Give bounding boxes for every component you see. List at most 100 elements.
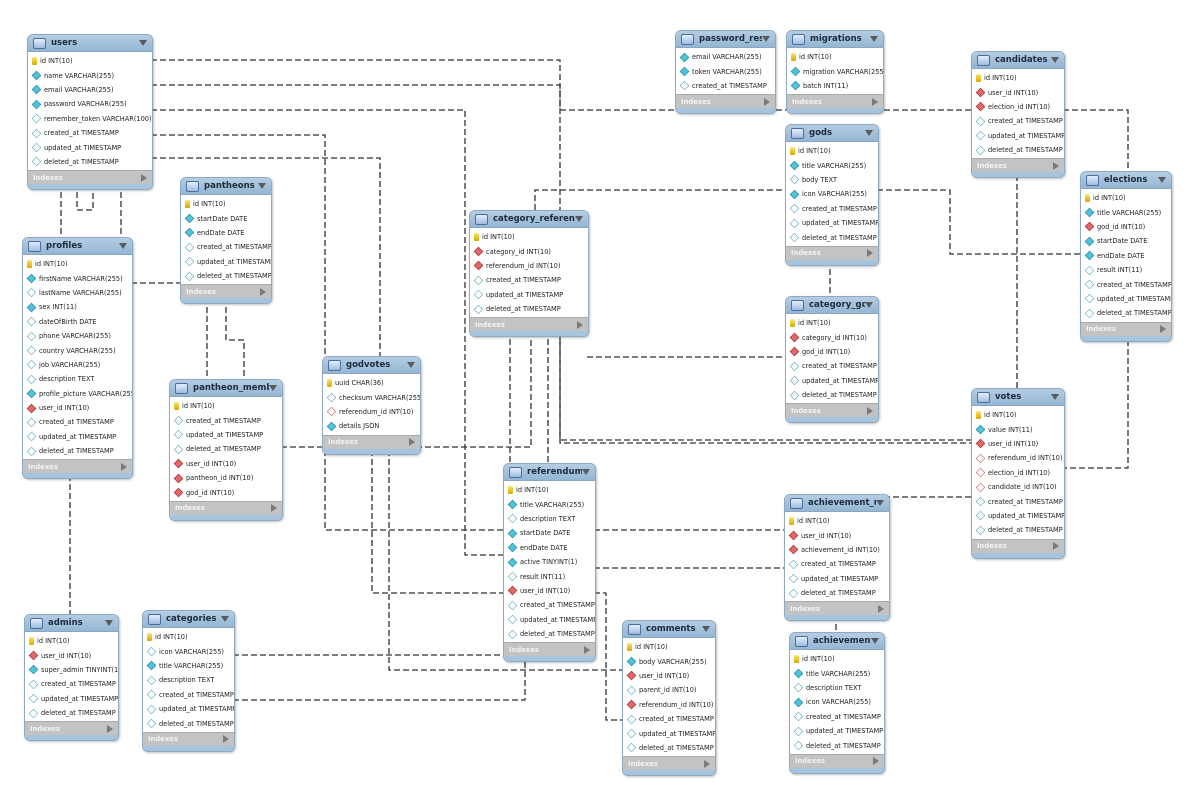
column-row[interactable]: updated_at TIMESTAMP: [786, 374, 878, 388]
column-row[interactable]: updated_at TIMESTAMP: [181, 255, 271, 269]
column-row[interactable]: updated_at TIMESTAMP: [470, 288, 588, 302]
expand-arrow-icon[interactable]: [121, 462, 127, 471]
column-row[interactable]: created_at TIMESTAMP: [23, 415, 132, 429]
column-row[interactable]: password VARCHAR(255): [28, 97, 152, 111]
collapse-toggle-icon[interactable]: [1158, 177, 1166, 183]
column-row[interactable]: created_at TIMESTAMP: [181, 240, 271, 254]
relationship-connector[interactable]: [559, 330, 971, 444]
column-row[interactable]: updated_at TIMESTAMP: [623, 726, 715, 740]
column-row[interactable]: pantheon_id INT(10): [170, 471, 282, 485]
column-row[interactable]: body TEXT: [786, 173, 878, 187]
table-admins[interactable]: admins id INT(10) user_id INT(10) super_ad…: [24, 614, 119, 742]
expand-arrow-icon[interactable]: [577, 320, 583, 329]
relationship-connector[interactable]: [594, 592, 622, 721]
column-row[interactable]: id INT(10): [790, 652, 884, 666]
expand-arrow-icon[interactable]: [1053, 161, 1059, 170]
expand-arrow-icon[interactable]: [141, 173, 147, 182]
column-row[interactable]: category_id INT(10): [786, 330, 878, 344]
collapse-toggle-icon[interactable]: [762, 36, 770, 42]
indexes-section[interactable]: Indexes: [470, 317, 588, 332]
relationship-connector[interactable]: [1063, 109, 1129, 171]
column-row[interactable]: id INT(10): [787, 50, 883, 64]
column-row[interactable]: country VARCHAR(255): [23, 343, 132, 357]
column-row[interactable]: deleted_at TIMESTAMP: [23, 444, 132, 458]
collapse-toggle-icon[interactable]: [258, 183, 266, 189]
column-row[interactable]: created_at TIMESTAMP: [25, 677, 118, 691]
column-row[interactable]: god_id INT(10): [170, 485, 282, 499]
table-candidates[interactable]: candidates id INT(10) user_id INT(10) elec…: [971, 51, 1065, 179]
relationship-connector[interactable]: [233, 660, 526, 701]
table-password-resets[interactable]: password_resets email VARCHAR(255) token …: [675, 30, 776, 115]
relationship-connector[interactable]: [225, 298, 245, 379]
indexes-section[interactable]: Indexes: [623, 756, 715, 771]
relationship-connector[interactable]: [324, 450, 503, 531]
table-header[interactable]: category_god: [786, 297, 878, 314]
column-row[interactable]: user_id INT(10): [23, 401, 132, 415]
column-row[interactable]: value INT(11): [972, 422, 1064, 436]
table-header[interactable]: admins: [25, 615, 118, 632]
column-row[interactable]: id INT(10): [786, 316, 878, 330]
column-row[interactable]: title VARCHAR(255): [1081, 205, 1171, 219]
table-header[interactable]: pantheons: [181, 178, 271, 195]
column-row[interactable]: user_id INT(10): [504, 584, 595, 598]
table-achievements[interactable]: achievements id INT(10) title VARCHAR(255…: [789, 632, 885, 774]
column-row[interactable]: job VARCHAR(255): [23, 358, 132, 372]
column-row[interactable]: deleted_at TIMESTAMP: [785, 586, 889, 600]
table-profiles[interactable]: profiles id INT(10) firstName VARCHAR(255…: [22, 237, 133, 480]
indexes-section[interactable]: Indexes: [785, 601, 889, 616]
column-row[interactable]: icon VARCHAR(255): [786, 187, 878, 201]
column-row[interactable]: created_at TIMESTAMP: [786, 359, 878, 373]
table-header[interactable]: password_resets: [676, 31, 775, 48]
column-row[interactable]: user_id INT(10): [170, 457, 282, 471]
column-row[interactable]: id INT(10): [786, 144, 878, 158]
column-row[interactable]: startDate DATE: [504, 526, 595, 540]
column-row[interactable]: parent_id INT(10): [623, 683, 715, 697]
column-row[interactable]: updated_at TIMESTAMP: [504, 613, 595, 627]
column-row[interactable]: deleted_at TIMESTAMP: [623, 741, 715, 755]
expand-arrow-icon[interactable]: [878, 604, 884, 613]
table-header[interactable]: migrations: [787, 31, 883, 48]
column-row[interactable]: checksum VARCHAR(255): [323, 390, 420, 404]
column-row[interactable]: description TEXT: [504, 512, 595, 526]
table-header[interactable]: achievements: [790, 633, 884, 650]
column-row[interactable]: endDate DATE: [1081, 249, 1171, 263]
column-row[interactable]: body VARCHAR(255): [623, 654, 715, 668]
column-row[interactable]: description TEXT: [790, 681, 884, 695]
table-pantheon-members[interactable]: pantheon_members id INT(10) created_at TI…: [169, 379, 283, 521]
column-row[interactable]: updated_at TIMESTAMP: [785, 572, 889, 586]
collapse-toggle-icon[interactable]: [871, 638, 879, 644]
column-row[interactable]: phone VARCHAR(255): [23, 329, 132, 343]
table-header[interactable]: gods: [786, 125, 878, 142]
table-pantheons[interactable]: pantheons id INT(10) startDate DATE endDat…: [180, 177, 272, 305]
expand-arrow-icon[interactable]: [764, 97, 770, 106]
collapse-toggle-icon[interactable]: [870, 36, 878, 42]
column-row[interactable]: created_at TIMESTAMP: [972, 114, 1064, 128]
column-row[interactable]: remember_token VARCHAR(100): [28, 112, 152, 126]
column-row[interactable]: active TINYINT(1): [504, 555, 595, 569]
column-row[interactable]: user_id INT(10): [972, 85, 1064, 99]
column-row[interactable]: deleted_at TIMESTAMP: [504, 627, 595, 641]
collapse-toggle-icon[interactable]: [221, 616, 229, 622]
column-row[interactable]: created_at TIMESTAMP: [143, 688, 234, 702]
indexes-section[interactable]: Indexes: [23, 459, 132, 474]
column-row[interactable]: batch INT(11): [787, 79, 883, 93]
column-row[interactable]: created_at TIMESTAMP: [972, 494, 1064, 508]
column-row[interactable]: referendum_id INT(10): [972, 451, 1064, 465]
column-row[interactable]: id INT(10): [623, 640, 715, 654]
column-row[interactable]: updated_at TIMESTAMP: [28, 140, 152, 154]
column-row[interactable]: updated_at TIMESTAMP: [972, 509, 1064, 523]
column-row[interactable]: deleted_at TIMESTAMP: [790, 738, 884, 752]
table-header[interactable]: category_referendum: [470, 211, 588, 228]
expand-arrow-icon[interactable]: [1160, 325, 1166, 334]
column-row[interactable]: deleted_at TIMESTAMP: [972, 143, 1064, 157]
column-row[interactable]: id INT(10): [23, 257, 132, 271]
expand-arrow-icon[interactable]: [271, 504, 277, 513]
column-row[interactable]: deleted_at TIMESTAMP: [25, 706, 118, 720]
column-row[interactable]: deleted_at TIMESTAMP: [28, 155, 152, 169]
indexes-section[interactable]: Indexes: [504, 642, 595, 657]
indexes-section[interactable]: Indexes: [181, 284, 271, 299]
table-referendums[interactable]: referendums id INT(10) title VARCHAR(255)…: [503, 463, 596, 663]
column-row[interactable]: created_at TIMESTAMP: [28, 126, 152, 140]
collapse-toggle-icon[interactable]: [269, 385, 277, 391]
column-row[interactable]: deleted_at TIMESTAMP: [972, 523, 1064, 537]
